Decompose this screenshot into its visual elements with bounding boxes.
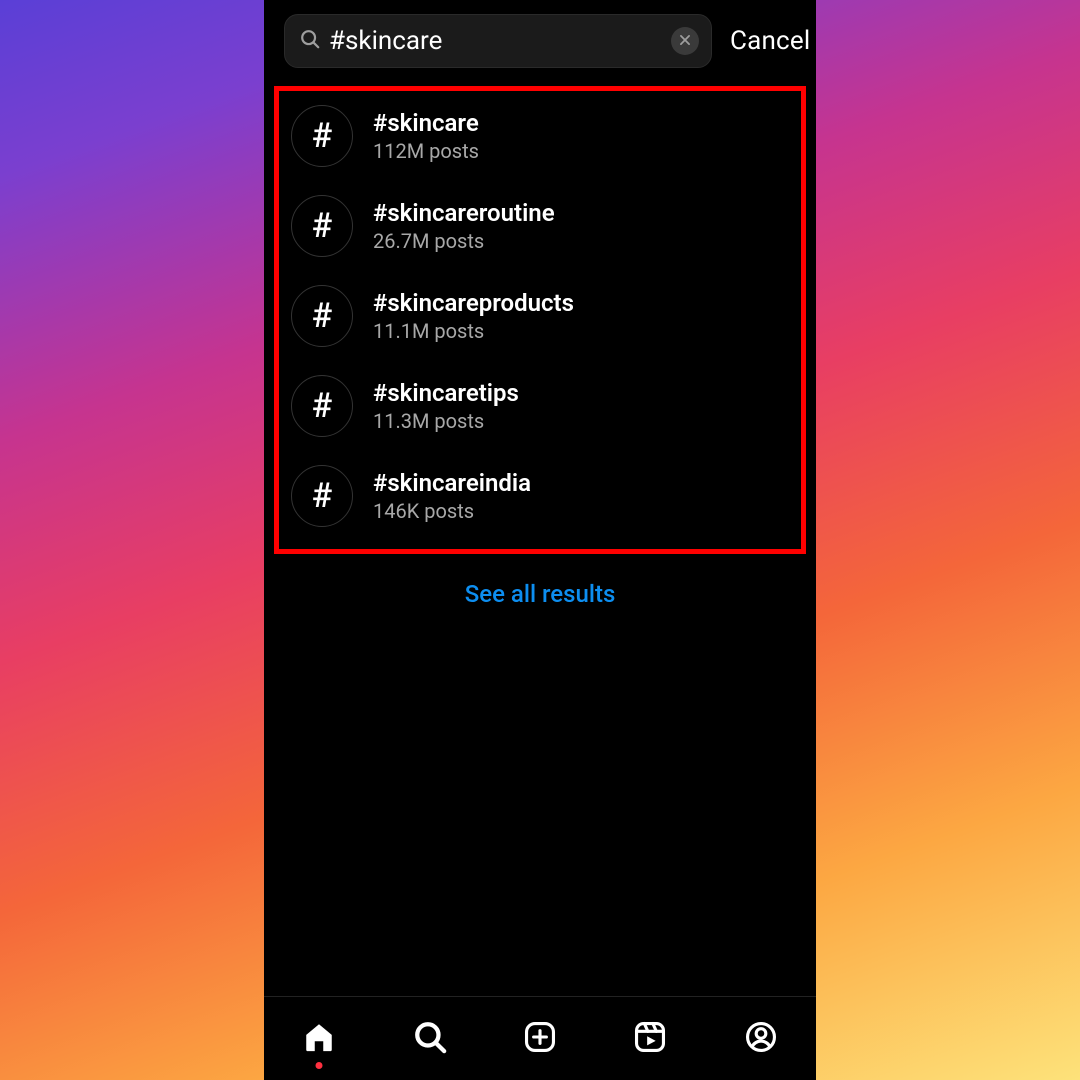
search-box[interactable] bbox=[284, 14, 712, 68]
nav-search[interactable] bbox=[408, 1017, 452, 1061]
result-skincareindia[interactable]: # #skincareindia 146K posts bbox=[285, 451, 795, 541]
cancel-button[interactable]: Cancel bbox=[730, 26, 810, 56]
home-icon bbox=[302, 1020, 336, 1058]
empty-space bbox=[264, 626, 816, 996]
nav-create[interactable] bbox=[518, 1017, 562, 1061]
nav-profile[interactable] bbox=[739, 1017, 783, 1061]
result-text: #skincaretips 11.3M posts bbox=[373, 379, 519, 433]
hashtag-icon: # bbox=[291, 465, 353, 527]
result-text: #skincareroutine 26.7M posts bbox=[373, 199, 555, 253]
nav-reels[interactable] bbox=[628, 1017, 672, 1061]
reels-icon bbox=[633, 1020, 667, 1058]
notification-dot-icon bbox=[316, 1062, 323, 1069]
result-skincareproducts[interactable]: # #skincareproducts 11.1M posts bbox=[285, 271, 795, 361]
result-skincaretips[interactable]: # #skincaretips 11.3M posts bbox=[285, 361, 795, 451]
result-subtitle: 146K posts bbox=[373, 499, 531, 523]
result-text: #skincareindia 146K posts bbox=[373, 469, 531, 523]
search-icon bbox=[413, 1020, 447, 1058]
result-title: #skincareproducts bbox=[373, 289, 574, 317]
result-subtitle: 112M posts bbox=[373, 139, 479, 163]
hashtag-icon: # bbox=[291, 195, 353, 257]
result-text: #skincare 112M posts bbox=[373, 109, 479, 163]
hashtag-icon: # bbox=[291, 375, 353, 437]
hashtag-icon: # bbox=[291, 105, 353, 167]
search-icon bbox=[299, 28, 321, 54]
search-row: Cancel bbox=[264, 0, 816, 82]
plus-square-icon bbox=[523, 1020, 557, 1058]
profile-icon bbox=[744, 1020, 778, 1058]
nav-home[interactable] bbox=[297, 1017, 341, 1061]
result-title: #skincareindia bbox=[373, 469, 531, 497]
bottom-navbar bbox=[264, 996, 816, 1080]
hashtag-icon: # bbox=[291, 285, 353, 347]
see-all-results-link[interactable]: See all results bbox=[264, 562, 816, 626]
result-title: #skincareroutine bbox=[373, 199, 555, 227]
result-title: #skincaretips bbox=[373, 379, 519, 407]
result-skincare[interactable]: # #skincare 112M posts bbox=[285, 91, 795, 181]
result-subtitle: 11.3M posts bbox=[373, 409, 519, 433]
result-skincareroutine[interactable]: # #skincareroutine 26.7M posts bbox=[285, 181, 795, 271]
close-icon bbox=[678, 32, 692, 51]
result-subtitle: 26.7M posts bbox=[373, 229, 555, 253]
result-text: #skincareproducts 11.1M posts bbox=[373, 289, 574, 343]
result-title: #skincare bbox=[373, 109, 479, 137]
clear-search-button[interactable] bbox=[671, 27, 699, 55]
search-input[interactable] bbox=[321, 26, 671, 56]
results-highlight-box: # #skincare 112M posts # #skincareroutin… bbox=[274, 86, 806, 554]
phone-frame: Cancel # #skincare 112M posts # #skincar… bbox=[264, 0, 816, 1080]
result-subtitle: 11.1M posts bbox=[373, 319, 574, 343]
